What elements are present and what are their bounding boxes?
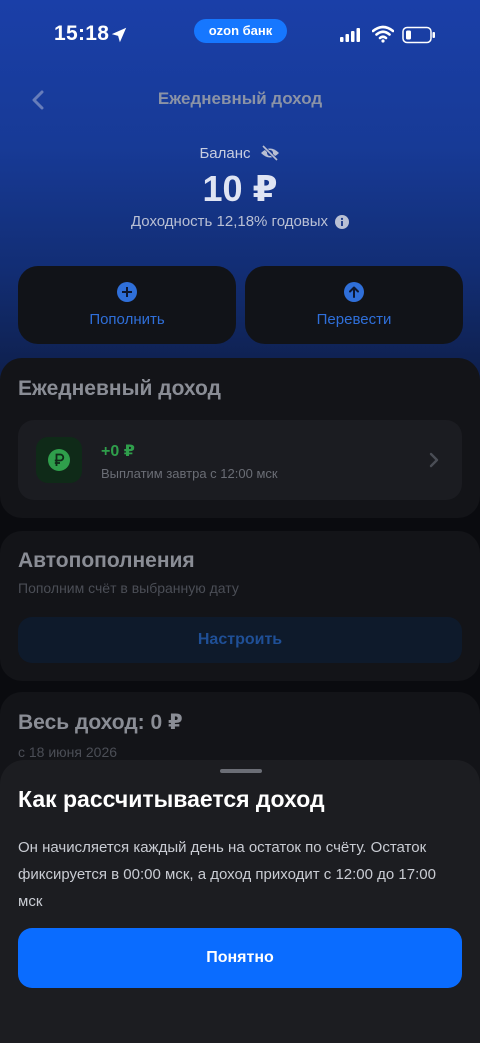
cellular-signal-icon [340, 28, 360, 42]
arrow-up-circle-icon [344, 282, 364, 302]
sheet-grabber[interactable] [220, 769, 262, 773]
navigation-bar: Ежедневный доход [0, 78, 480, 122]
auto-topups-subtitle: Пополним счёт в выбранную дату [18, 580, 239, 596]
daily-income-row[interactable]: +0 ₽ Выплатим завтра с 12:00 мск [18, 420, 462, 500]
auto-topups-title: Автопополнения [18, 549, 195, 572]
yield-row: Доходность 12,18% годовых [0, 213, 480, 230]
balance-label: Баланс [199, 144, 251, 162]
wifi-icon [372, 25, 394, 43]
balance-value: 10 ₽ [202, 168, 278, 209]
bank-badge[interactable]: ozon банк [194, 19, 287, 43]
transfer-button[interactable]: Перевести [245, 266, 463, 344]
status-bar: 15:18 ozon банк [0, 0, 480, 70]
status-time: 15:18 [54, 22, 110, 45]
chevron-right-icon [429, 452, 439, 468]
page-title: Ежедневный доход [157, 89, 323, 108]
plus-circle-icon [117, 282, 137, 302]
eye-off-icon[interactable] [259, 144, 281, 162]
daily-income-note: Выплатим завтра с 12:00 мск [101, 466, 278, 481]
daily-income-title: Ежедневный доход [18, 377, 221, 400]
daily-income-card: Ежедневный доход +0 ₽ Выплатим завтра с … [0, 358, 480, 518]
sheet-title: Как рассчитывается доход [18, 786, 325, 812]
top-up-button[interactable]: Пополнить [18, 266, 236, 344]
total-income-title: Весь доход: 0 ₽ [18, 711, 183, 734]
setup-button[interactable]: Настроить [18, 617, 462, 663]
income-info-sheet: Как рассчитывается доход Он начисляется … [0, 760, 480, 1043]
understood-button[interactable]: Понятно [18, 928, 462, 988]
ruble-icon [48, 449, 70, 471]
auto-topups-card: Автопополнения Пополним счёт в выбранную… [0, 531, 480, 681]
balance-label-row: Баланс [0, 144, 480, 162]
total-income-since: с 18 июня 2026 [18, 744, 118, 760]
transfer-label: Перевести [316, 311, 392, 328]
top-up-label: Пополнить [89, 311, 165, 328]
sheet-description: Он начисляется каждый день на остаток по… [18, 839, 436, 910]
daily-income-amount: +0 ₽ [101, 443, 135, 460]
info-icon[interactable] [335, 214, 350, 229]
battery-icon [402, 26, 435, 44]
location-arrow-icon [111, 27, 127, 43]
yield-text: Доходность 12,18% годовых [130, 213, 329, 230]
ruble-badge [36, 437, 82, 483]
